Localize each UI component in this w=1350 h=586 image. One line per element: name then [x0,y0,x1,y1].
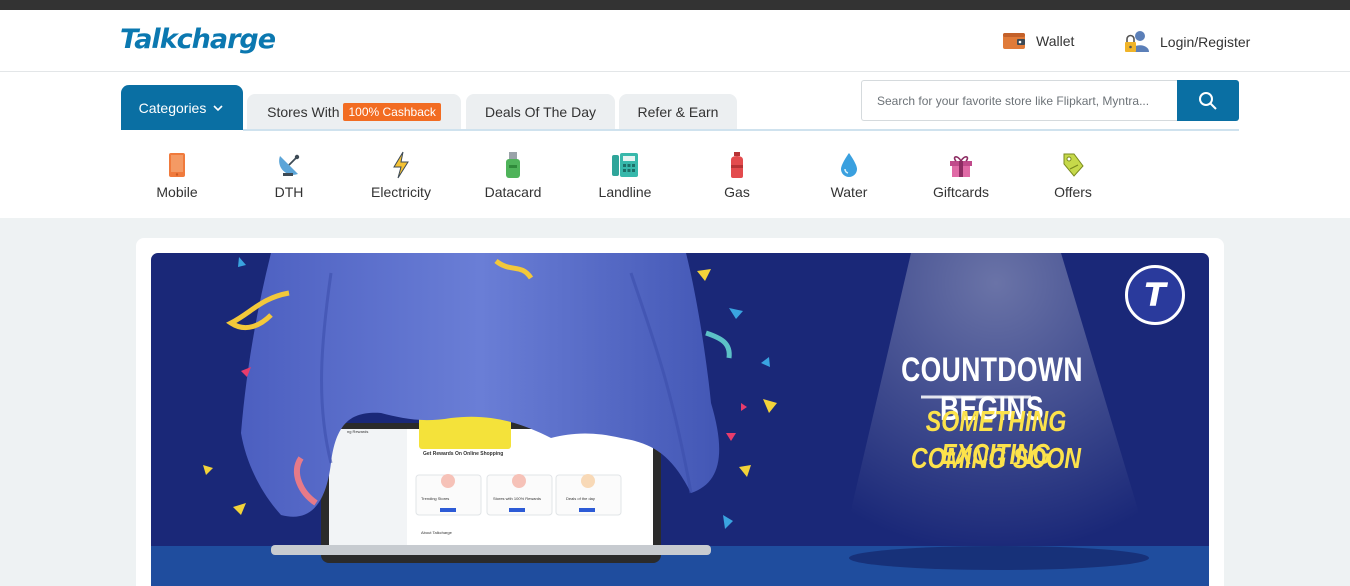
search-input[interactable] [861,80,1177,121]
category-label: Gas [724,184,750,200]
usb-datacard-icon [506,152,520,178]
screen-side-text: ng Rewards [347,429,368,434]
screen-card-label: Trending Stores [421,496,449,501]
tab-categories[interactable]: Categories [121,85,243,130]
tab-refer-earn[interactable]: Refer & Earn [619,94,737,130]
chevron-down-icon [213,104,223,111]
login-register-label: Login/Register [1160,34,1251,50]
gift-icon [950,156,972,177]
tab-categories-label: Categories [138,99,207,116]
tab-stores-cashback[interactable]: Stores With 100% Cashback [247,94,461,130]
category-icons-row: Mobile DTH Electricity Datacard Landline… [121,150,1127,206]
category-gas[interactable]: Gas [681,150,793,200]
category-label: Giftcards [932,184,989,200]
banner-subline-2: COMING SOON [910,443,1082,475]
tag-icon [1063,153,1084,177]
tab-deals-label: Deals Of The Day [484,104,596,120]
category-label: Water [830,184,868,200]
category-water[interactable]: Water [793,150,905,200]
cashback-badge: 100% Cashback [343,103,441,121]
category-mobile[interactable]: Mobile [121,150,233,200]
tab-underline [243,129,1239,131]
mobile-icon [169,153,185,177]
store-search [861,80,1239,121]
screen-card-label: Deals of the day [566,496,595,501]
wallet-link[interactable]: Wallet [1002,32,1074,50]
category-electricity[interactable]: Electricity [345,150,457,200]
wallet-icon [1003,33,1025,49]
countdown-banner[interactable]: Get Rewards On Online Shopping ng Reward… [151,253,1209,586]
tab-stores-label: Stores With [267,104,340,120]
lightning-icon [393,151,409,179]
talkcharge-logo[interactable]: Talkcharge [120,24,276,55]
category-label: Landline [598,184,652,200]
category-datacard[interactable]: Datacard [457,150,569,200]
site-header: Talkcharge Wallet Login/Register [0,10,1350,72]
category-dth[interactable]: DTH [233,150,345,200]
category-label: Datacard [484,184,542,200]
talkcharge-t-logo: T [1125,265,1185,325]
dish-antenna-icon [279,154,300,176]
tab-deals-of-the-day[interactable]: Deals Of The Day [466,94,615,130]
browser-top-strip [0,0,1350,10]
water-drop-icon [841,153,857,177]
login-register-link[interactable]: Login/Register [1124,30,1250,54]
screen-promo-title: Get Rewards On Online Shopping [423,451,503,457]
gas-cylinder-icon [731,152,743,178]
category-offers[interactable]: Offers [1017,150,1129,200]
category-label: Mobile [156,184,198,200]
category-label: Offers [1054,184,1092,200]
category-label: Electricity [371,184,431,200]
search-icon [1199,91,1217,110]
category-landline[interactable]: Landline [569,150,681,200]
main-navbar: Categories Stores With 100% Cashback Dea… [0,72,1350,218]
category-label: DTH [274,184,304,200]
tab-refer-label: Refer & Earn [637,104,719,120]
screen-card-label: Stores with 100% Rewards [493,496,541,501]
landline-phone-icon [612,153,638,177]
wallet-label: Wallet [1036,33,1075,49]
screen-footer-text: About Talkcharge [421,530,453,535]
user-lock-icon [1125,31,1149,52]
search-button[interactable] [1177,80,1239,121]
category-giftcards[interactable]: Giftcards [905,150,1017,200]
